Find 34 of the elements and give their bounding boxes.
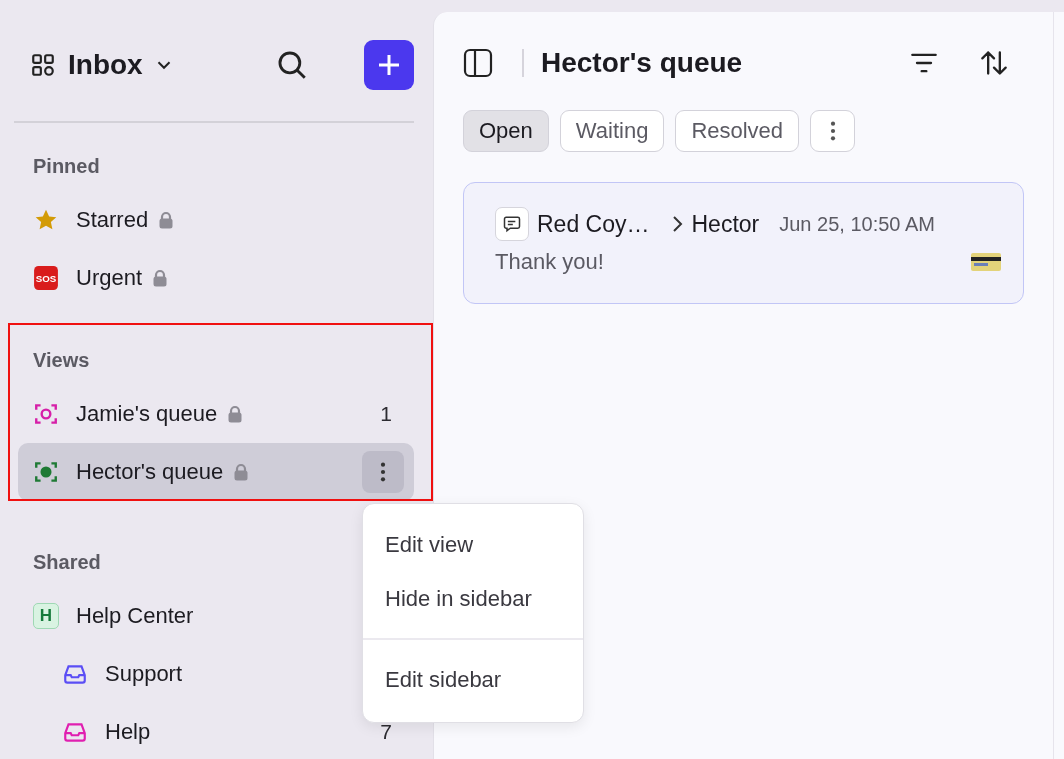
more-icon — [380, 461, 386, 483]
chat-icon — [495, 207, 529, 241]
message-preview: Thank you! — [495, 249, 604, 275]
item-count: 1 — [380, 402, 392, 426]
sidebar-toggle-icon[interactable] — [463, 48, 493, 78]
status-tab[interactable]: Resolved — [675, 110, 800, 152]
conversation-card[interactable]: Red Coy… Hector Jun 25, 10:50 AM Thank you! — [463, 182, 1024, 304]
item-count: 7 — [380, 720, 392, 744]
h-badge-icon: H — [33, 603, 59, 629]
inbox-dropdown[interactable]: Inbox — [68, 49, 175, 81]
more-button[interactable] — [810, 110, 856, 152]
sort-icon[interactable] — [980, 49, 1008, 77]
credit-card-icon — [971, 252, 1001, 272]
section-label: Pinned — [32, 154, 101, 179]
sidebar-item[interactable]: SOS Urgent — [18, 249, 414, 307]
sos-icon: SOS — [33, 265, 59, 291]
sidebar-item[interactable]: Starred — [18, 191, 414, 249]
recipient-name: Hector — [691, 210, 760, 238]
more-button[interactable] — [362, 451, 404, 493]
section-label: Views — [32, 348, 91, 373]
section-label: Shared — [32, 550, 102, 575]
new-button[interactable] — [364, 40, 414, 90]
menu-item[interactable]: Edit view — [363, 518, 583, 572]
sidebar-item[interactable]: Hector's queue — [18, 443, 414, 501]
more-icon — [829, 120, 836, 142]
status-tab[interactable]: Waiting — [559, 110, 665, 152]
sender-name: Red Coy… — [537, 210, 650, 238]
grid-icon — [30, 52, 56, 78]
chevron-right-icon — [671, 214, 684, 234]
queue-title: Hector's queue — [541, 47, 743, 79]
message-time: Jun 25, 10:50 AM — [779, 212, 935, 236]
status-tab[interactable]: Open — [463, 110, 549, 152]
sidebar-item[interactable]: Jamie's queue 1 — [18, 385, 414, 443]
menu-item[interactable]: Hide in sidebar — [363, 572, 583, 626]
